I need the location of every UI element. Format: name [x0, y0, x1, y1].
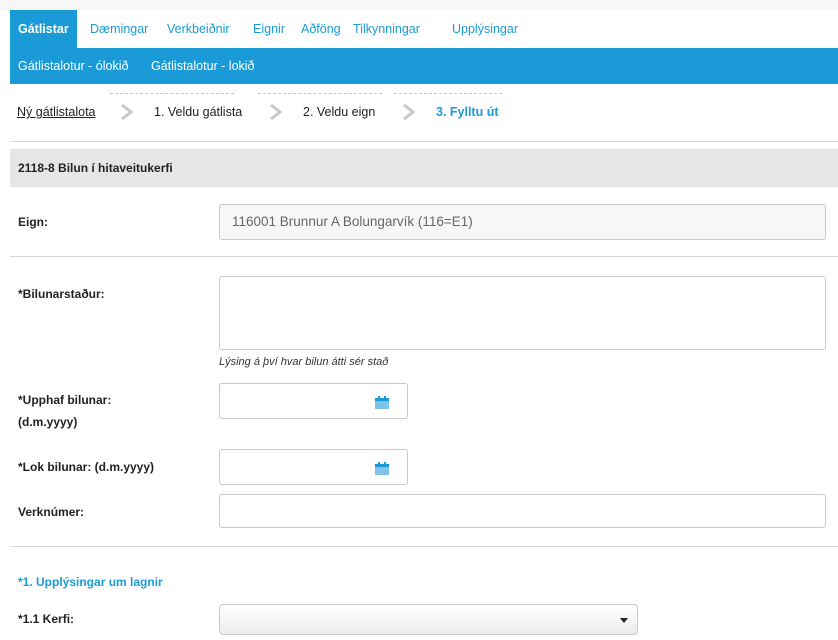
- start-label-line2: (d.m.yyyy): [18, 415, 78, 429]
- nav-upplysingar[interactable]: Upplýsingar: [452, 10, 518, 48]
- subnav-gatlistalotur-lokid[interactable]: Gátlistalotur - lokið: [151, 48, 255, 84]
- location-label: *Bilunarstaður:: [18, 287, 105, 301]
- step-1[interactable]: 1. Veldu gátlista: [154, 105, 242, 119]
- step-3-current: 3. Fylltu út: [436, 105, 499, 119]
- sub-nav: Gátlistalotur - ólokið Gátlistalotur - l…: [10, 48, 838, 84]
- end-date-input[interactable]: [219, 449, 408, 485]
- step-2[interactable]: 2. Veldu eign: [303, 105, 375, 119]
- section-1-title: *1. Upplýsingar um lagnir: [18, 575, 163, 589]
- step-divider: [258, 93, 382, 94]
- step-divider: [394, 93, 502, 94]
- end-label: *Lok bilunar: (d.m.yyyy): [18, 460, 155, 474]
- step-divider: [110, 93, 234, 94]
- divider: [10, 256, 838, 257]
- nav-eignir[interactable]: Eignir: [253, 10, 285, 48]
- caret-down-icon: [620, 618, 628, 623]
- nav-adfong[interactable]: Aðföng: [301, 10, 341, 48]
- nav-gatlistar[interactable]: Gátlistar: [10, 10, 77, 48]
- form-section-header: 2118-8 Bilun í hitaveitukerfi: [10, 149, 838, 187]
- main-nav: Gátlistar Dæmingar Verkbeiðnir Eignir Að…: [10, 10, 838, 48]
- eign-value: 116001 Brunnur A Bolungarvík (116=E1): [232, 214, 473, 229]
- chevron-right-icon: [403, 103, 416, 121]
- location-hint: Lýsing á því hvar bilun átti sér stað: [219, 356, 389, 368]
- nav-daemingar[interactable]: Dæmingar: [90, 10, 148, 48]
- chevron-right-icon: [121, 103, 134, 121]
- form-title: 2118-8 Bilun í hitaveitukerfi: [18, 161, 173, 175]
- subnav-gatlistalotur-olokid[interactable]: Gátlistalotur - ólokið: [18, 48, 128, 84]
- eign-label: Eign:: [18, 215, 48, 229]
- nav-tilkynningar[interactable]: Tilkynningar: [353, 10, 420, 48]
- divider: [10, 546, 838, 547]
- system-select[interactable]: [219, 604, 638, 635]
- job-number-label: Verknúmer:: [18, 505, 85, 519]
- breadcrumb-root-link[interactable]: Ný gátlistalota: [17, 105, 96, 119]
- start-label-line1: *Upphaf bilunar:: [18, 393, 112, 407]
- start-date-input[interactable]: [219, 383, 408, 419]
- nav-verkbeidnir[interactable]: Verkbeiðnir: [167, 10, 230, 48]
- calendar-icon[interactable]: [375, 396, 389, 409]
- eign-field: 116001 Brunnur A Bolungarvík (116=E1): [219, 204, 826, 240]
- top-strip: [0, 0, 838, 10]
- calendar-icon[interactable]: [375, 462, 389, 475]
- breadcrumb: Ný gátlistalota 1. Veldu gátlista 2. Vel…: [10, 84, 838, 142]
- system-label: *1.1 Kerfi:: [18, 612, 75, 626]
- job-number-input[interactable]: [219, 494, 826, 528]
- chevron-right-icon: [270, 103, 283, 121]
- location-textarea[interactable]: [219, 276, 826, 350]
